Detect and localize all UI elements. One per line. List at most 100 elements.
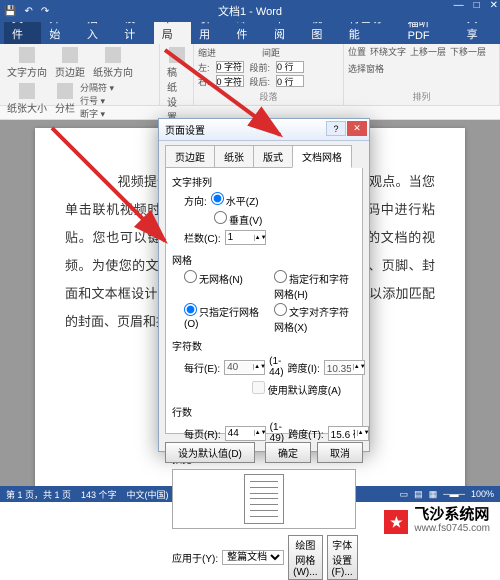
section-grid: 网格 无网格(N) 指定行和字符网格(H) 只指定行网格(O) 文字对齐字符网格… <box>172 252 356 334</box>
btn-line-numbers[interactable]: 行号 ▾ <box>80 95 114 108</box>
radio-vertical-input[interactable] <box>214 211 227 224</box>
btn-margins[interactable]: 页边距 <box>52 46 88 80</box>
perpage-hint: (1-49) <box>270 422 284 444</box>
save-icon[interactable]: 💾 <box>4 6 16 17</box>
cols-spinner[interactable]: ▲▼ <box>225 230 266 245</box>
group-page-setup: 文字方向 页边距 纸张方向 纸张大小 分栏 分隔符 ▾ 行号 ▾ 断字 ▾ 页面… <box>0 44 160 105</box>
radio-vertical[interactable]: 垂直(V) <box>214 211 262 227</box>
perline-input[interactable] <box>225 362 253 373</box>
perline-hint: (1-44) <box>269 356 283 378</box>
ok-button[interactable]: 确定 <box>265 442 311 463</box>
spinner-arrows-icon[interactable]: ▲▼ <box>253 364 264 370</box>
window-controls: — □ ✕ <box>454 0 498 11</box>
perline-label: 每行(E): <box>184 360 220 375</box>
cancel-button[interactable]: 取消 <box>317 442 363 463</box>
dialog-help-icon[interactable]: ? <box>326 121 346 136</box>
perpage-input[interactable] <box>226 428 254 439</box>
spinner-arrows-icon[interactable]: ▲▼ <box>357 430 368 436</box>
annotation-arrow-2 <box>52 128 182 261</box>
apply-to-label: 应用于(Y): <box>172 550 218 565</box>
page-setup-dialog: 页面设置 ? ✕ 页边距 纸张 版式 文档网格 文字排列 方向: 水平(Z) 垂… <box>158 118 370 452</box>
preview-page-icon <box>244 474 284 524</box>
btn-selection-pane[interactable]: 选择窗格 <box>348 63 384 76</box>
redo-icon[interactable]: ↷ <box>41 6 49 17</box>
section-text-arrange: 文字排列 方向: 水平(Z) 垂直(V) 栏数(C): ▲▼ <box>172 174 356 248</box>
dialog-footer: 设为默认值(D) 确定 取消 <box>159 438 369 467</box>
radio-no-grid-input[interactable] <box>184 270 197 283</box>
dialog-close-icon[interactable]: ✕ <box>347 121 367 136</box>
btn-columns[interactable]: 分栏 <box>52 82 78 121</box>
radio-horizontal-input[interactable] <box>211 192 224 205</box>
watermark-text: 飞沙系统网 <box>414 508 490 522</box>
char-pitch-spinner[interactable]: ▲▼ <box>324 360 365 375</box>
view-print-icon[interactable]: ▤ <box>414 489 423 500</box>
line-pitch-input[interactable] <box>329 428 357 439</box>
ribbon-tabs: 文件 开始 插入 设计 布局 引用 邮件 审阅 视图 特色功能 福昕PDF 共享 <box>0 22 500 44</box>
radio-horizontal[interactable]: 水平(Z) <box>211 192 259 208</box>
radio-snap-grid-input[interactable] <box>274 303 287 316</box>
apply-to-select[interactable]: 整篇文档 <box>222 550 284 565</box>
btn-breaks[interactable]: 分隔符 ▾ <box>80 82 114 95</box>
watermark: ★ 飞沙系统网 www.fs0745.com <box>384 508 490 536</box>
btn-wrap[interactable]: 环绕文字 <box>370 46 406 59</box>
btn-columns-label: 分栏 <box>55 100 75 115</box>
watermark-logo-icon: ★ <box>384 510 408 534</box>
window-title: 文档1 - Word <box>218 3 282 19</box>
set-default-button[interactable]: 设为默认值(D) <box>165 442 255 463</box>
text-arrange-label: 文字排列 <box>172 174 356 189</box>
btn-margins-label: 页边距 <box>55 64 85 79</box>
close-icon[interactable]: ✕ <box>490 0 498 11</box>
radio-char-grid-input[interactable] <box>274 270 287 283</box>
section-chars: 字符数 每行(E): ▲▼ (1-44) 跨度(I): ▲▼ 使用默认跨度(A) <box>172 338 365 400</box>
perpage-label: 每页(R): <box>184 426 221 441</box>
group-arrange: 位置 环绕文字 上移一层 下移一层 选择窗格 排列 <box>344 44 500 105</box>
cols-input[interactable] <box>226 232 254 243</box>
view-read-icon[interactable]: ▭ <box>400 489 409 500</box>
perline-spinner[interactable]: ▲▼ <box>224 360 265 375</box>
spinner-arrows-icon[interactable]: ▲▼ <box>254 235 265 241</box>
line-pitch-spinner[interactable]: ▲▼ <box>328 426 369 441</box>
btn-send-back[interactable]: 下移一层 <box>450 46 486 59</box>
line-pitch-label: 跨度(T): <box>288 426 324 441</box>
radio-line-grid-input[interactable] <box>184 303 197 316</box>
btn-text-direction[interactable]: 文字方向 <box>4 46 50 80</box>
zoom-value[interactable]: 100% <box>471 489 494 500</box>
annotation-arrow-1 <box>165 50 305 153</box>
undo-icon[interactable]: ↶ <box>24 6 32 17</box>
lines-sect-label: 行数 <box>172 404 369 419</box>
default-pitch-cb[interactable]: 使用默认跨度(A) <box>252 381 341 397</box>
preview-box <box>172 469 356 529</box>
cols-label: 栏数(C): <box>184 230 221 245</box>
perpage-spinner[interactable]: ▲▼ <box>225 426 266 441</box>
qat: 💾 ↶ ↷ <box>4 6 49 17</box>
radio-no-grid[interactable]: 无网格(N) <box>184 270 266 301</box>
grid-label: 网格 <box>172 252 356 267</box>
direction-label: 方向: <box>184 193 207 208</box>
app-titlebar: 💾 ↶ ↷ 文档1 - Word — □ ✕ <box>0 0 500 22</box>
radio-snap-grid[interactable]: 文字对齐字符网格(X) <box>274 303 356 334</box>
max-icon[interactable]: □ <box>474 0 480 11</box>
char-pitch-input[interactable] <box>325 362 353 373</box>
dialog-body: 文字排列 方向: 水平(Z) 垂直(V) 栏数(C): ▲▼ 网格 无网格(N)… <box>165 168 363 434</box>
status-page[interactable]: 第 1 页，共 1 页 <box>6 488 71 501</box>
radio-line-grid[interactable]: 只指定行网格(O) <box>184 303 266 334</box>
btn-size[interactable]: 纸张大小 <box>4 82 50 121</box>
radio-char-grid[interactable]: 指定行和字符网格(H) <box>274 270 356 301</box>
status-words[interactable]: 143 个字 <box>81 488 117 501</box>
btn-orientation-label: 纸张方向 <box>93 64 133 79</box>
chars-label: 字符数 <box>172 338 365 353</box>
group-arrange-label: 排列 <box>348 90 495 103</box>
spinner-arrows-icon[interactable]: ▲▼ <box>254 430 265 436</box>
btn-size-label: 纸张大小 <box>7 100 47 115</box>
view-web-icon[interactable]: ▦ <box>429 489 438 500</box>
btn-bring-fwd[interactable]: 上移一层 <box>410 46 446 59</box>
min-icon[interactable]: — <box>454 0 464 11</box>
spinner-arrows-icon[interactable]: ▲▼ <box>353 364 364 370</box>
watermark-url: www.fs0745.com <box>414 522 490 536</box>
char-pitch-label: 跨度(I): <box>288 360 320 375</box>
btn-position[interactable]: 位置 <box>348 46 366 59</box>
status-lang[interactable]: 中文(中国) <box>127 488 169 501</box>
btn-orientation[interactable]: 纸张方向 <box>90 46 136 80</box>
default-pitch-input[interactable] <box>252 381 265 394</box>
zoom-slider[interactable]: ─▬─ <box>443 489 465 500</box>
